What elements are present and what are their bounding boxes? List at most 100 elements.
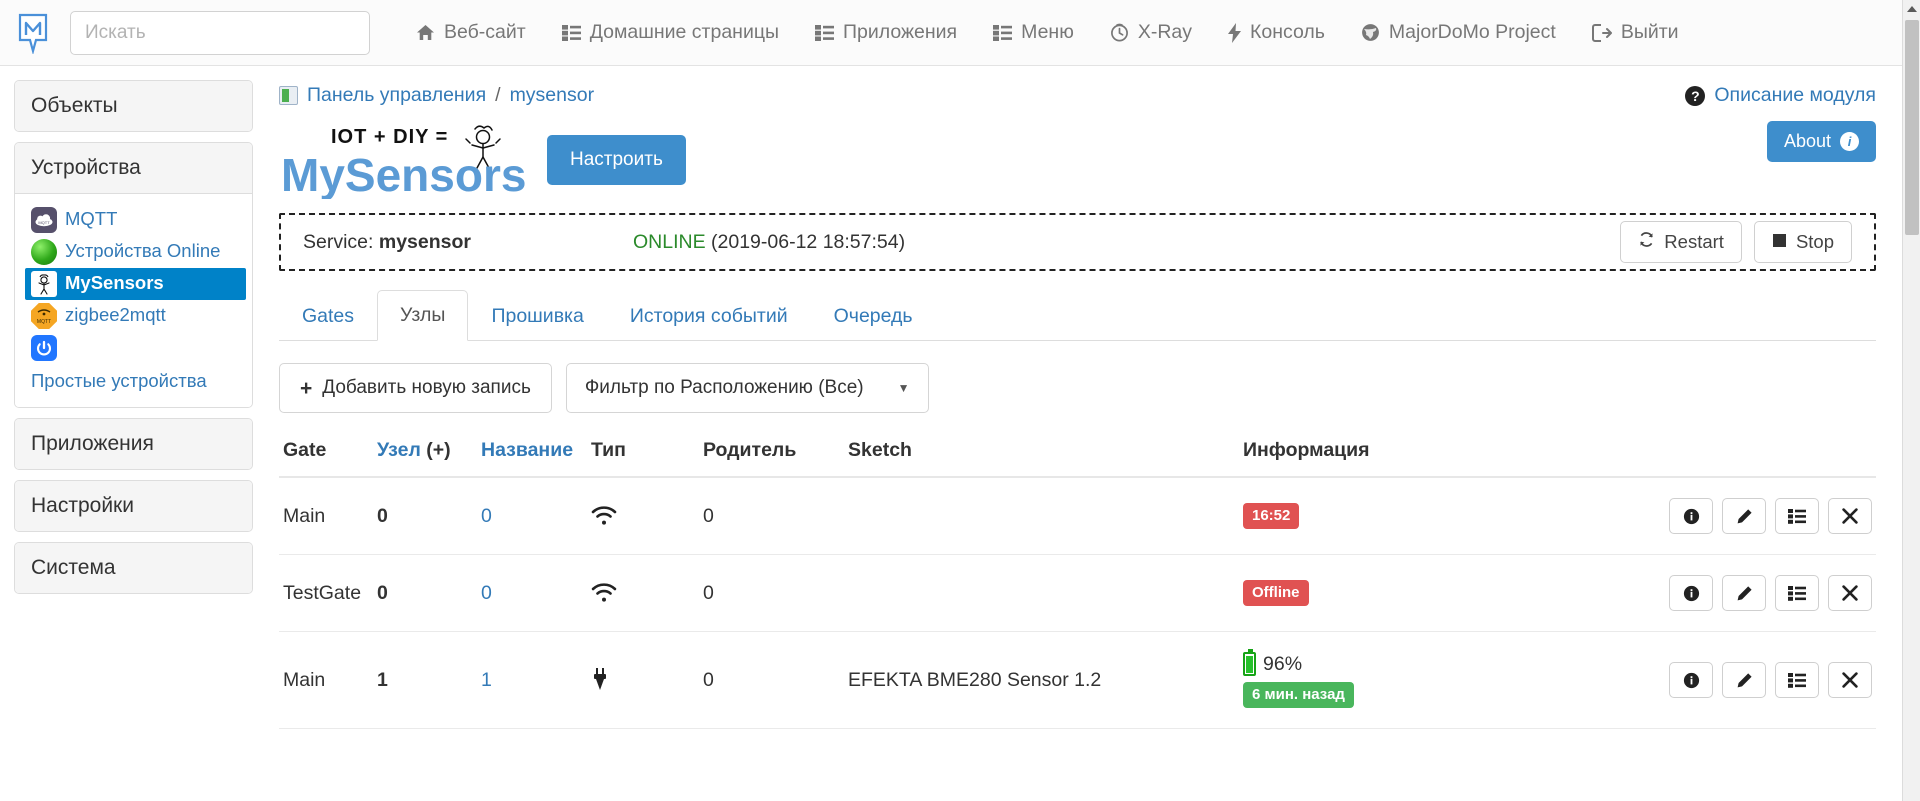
nav-item-home-pages[interactable]: Домашние страницы xyxy=(544,13,797,53)
info-button[interactable] xyxy=(1669,662,1713,698)
sidebar-item-label: Простые устройства xyxy=(31,370,207,391)
info-button[interactable] xyxy=(1669,498,1713,534)
table-row[interactable]: Main 0 0 0 16:52 xyxy=(279,477,1876,555)
edit-button[interactable] xyxy=(1722,662,1766,698)
configure-button[interactable]: Настроить xyxy=(547,135,686,185)
th-type: Тип xyxy=(587,429,699,478)
sidebar-item-simple-devices[interactable]: Простые устройства xyxy=(25,332,246,395)
list-icon xyxy=(561,24,581,41)
node-name-link[interactable]: 0 xyxy=(481,505,492,527)
service-timestamp: (2019-06-12 18:57:54) xyxy=(711,230,906,253)
mqtt-icon: MQTT xyxy=(31,207,57,233)
cell-parent: 0 xyxy=(699,554,844,632)
th-name[interactable]: Название xyxy=(477,429,587,478)
table-row[interactable]: Main 1 1 0 EFEKTA BME280 Sensor 1.2 96% … xyxy=(279,631,1876,729)
delete-button[interactable] xyxy=(1828,662,1872,698)
sidebar-panel-system[interactable]: Система xyxy=(14,542,253,595)
location-filter-select[interactable]: Фильтр по Расположению (Все) ▼ xyxy=(565,363,929,413)
cell-parent: 0 xyxy=(699,631,844,729)
breadcrumb-row: Панель управления / mysensor ? Описание … xyxy=(279,84,1876,107)
row-action-group xyxy=(1543,498,1872,534)
sidebar-device-list: MQTT MQTT Устройства Online MySensors MQ… xyxy=(15,194,252,408)
about-button-label: About xyxy=(1783,131,1831,151)
scrollbar-thumb[interactable] xyxy=(1905,20,1919,235)
question-icon: ? xyxy=(1685,85,1706,106)
tab-queue[interactable]: Очередь xyxy=(811,291,936,341)
delete-button[interactable] xyxy=(1828,498,1872,534)
search-input[interactable] xyxy=(70,10,370,55)
majordomo-logo-icon[interactable] xyxy=(14,11,52,55)
tab-firmware[interactable]: Прошивка xyxy=(468,291,606,341)
cell-info: Offline xyxy=(1239,554,1539,632)
stop-button[interactable]: Stop xyxy=(1753,221,1852,263)
nav-item-console[interactable]: Консоль xyxy=(1210,13,1343,53)
sidebar-panel-title[interactable]: Объекты xyxy=(15,81,252,131)
svg-text:MQTT: MQTT xyxy=(38,220,50,225)
th-sketch: Sketch xyxy=(844,429,1239,478)
cell-name[interactable]: 0 xyxy=(477,554,587,632)
cell-name[interactable]: 0 xyxy=(477,477,587,555)
tab-event-history[interactable]: История событий xyxy=(607,291,811,341)
row-action-group xyxy=(1543,662,1872,698)
info-button[interactable] xyxy=(1669,575,1713,611)
service-state-value: ONLINE xyxy=(633,230,706,253)
list-button[interactable] xyxy=(1775,662,1819,698)
page-scrollbar[interactable] xyxy=(1902,0,1920,801)
sidebar-panel-settings[interactable]: Настройки xyxy=(14,480,253,533)
module-description-link[interactable]: ? Описание модуля xyxy=(1685,84,1876,107)
delete-button[interactable] xyxy=(1828,575,1872,611)
nav-item-website[interactable]: Веб-сайт xyxy=(398,13,544,53)
breadcrumb-root-link[interactable]: Панель управления xyxy=(307,84,486,107)
svg-text:IOT + DIY =: IOT + DIY = xyxy=(331,126,448,148)
add-record-label: Добавить новую запись xyxy=(322,377,531,398)
th-node-link[interactable]: Узел xyxy=(377,439,421,461)
sidebar-panel-objects[interactable]: Объекты xyxy=(14,80,253,132)
add-record-button[interactable]: + Добавить новую запись xyxy=(279,363,552,413)
mysensors-icon xyxy=(31,271,57,297)
sidebar-item-zigbee2mqtt[interactable]: MQTT zigbee2mqtt xyxy=(25,300,246,332)
svg-text:MQTT: MQTT xyxy=(37,319,51,325)
battery-percent: 96% xyxy=(1263,652,1303,675)
cell-type xyxy=(587,554,699,632)
service-status-bar: Service: mysensor ONLINE (2019-06-12 18:… xyxy=(279,213,1876,271)
wifi-icon xyxy=(591,583,695,603)
restart-button[interactable]: Restart xyxy=(1620,221,1742,263)
sidebar-item-mysensors[interactable]: MySensors xyxy=(25,268,246,300)
sidebar-panel-title[interactable]: Система xyxy=(15,543,252,594)
nav-item-logout[interactable]: Выйти xyxy=(1574,13,1697,53)
tab-gates[interactable]: Gates xyxy=(279,291,377,341)
sidebar-item-devices-online[interactable]: Устройства Online xyxy=(25,236,246,268)
scroll-up-arrow-icon[interactable] xyxy=(1903,0,1920,18)
main-content: Панель управления / mysensor ? Описание … xyxy=(263,66,1902,729)
node-name-link[interactable]: 1 xyxy=(481,669,492,691)
sidebar-item-mqtt[interactable]: MQTT MQTT xyxy=(25,204,246,236)
nav-item-menu[interactable]: Меню xyxy=(975,13,1092,53)
edit-button[interactable] xyxy=(1722,575,1766,611)
sidebar-panel-title[interactable]: Настройки xyxy=(15,481,252,532)
nav-item-xray[interactable]: X-Ray xyxy=(1092,13,1210,53)
nav-item-applications[interactable]: Приложения xyxy=(797,13,975,53)
cell-name[interactable]: 1 xyxy=(477,631,587,729)
sidebar-item-label: MySensors xyxy=(65,272,164,293)
breadcrumb-current-link[interactable]: mysensor xyxy=(510,84,595,107)
sidebar-panel-title[interactable]: Приложения xyxy=(15,419,252,470)
sidebar-panel-applications[interactable]: Приложения xyxy=(14,418,253,471)
svg-text:MySensors: MySensors xyxy=(281,149,526,199)
sidebar-panel-title[interactable]: Устройства xyxy=(15,143,252,194)
table-row[interactable]: TestGate 0 0 0 Offline xyxy=(279,554,1876,632)
plus-icon: + xyxy=(300,376,313,400)
edit-button[interactable] xyxy=(1722,498,1766,534)
restart-button-label: Restart xyxy=(1664,231,1724,252)
about-button[interactable]: About i xyxy=(1766,121,1876,162)
list-button[interactable] xyxy=(1775,575,1819,611)
th-name-link[interactable]: Название xyxy=(481,439,573,461)
th-node[interactable]: Узел (+) xyxy=(373,429,477,478)
service-name: Service: mysensor xyxy=(303,231,633,254)
tab-nodes[interactable]: Узлы xyxy=(377,290,469,341)
nav-item-label: Домашние страницы xyxy=(589,21,780,43)
th-node-plus[interactable]: (+) xyxy=(426,439,450,461)
dashboard-icon xyxy=(279,86,298,105)
list-button[interactable] xyxy=(1775,498,1819,534)
nav-item-majordomo-project[interactable]: MajorDoMo Project xyxy=(1343,13,1574,53)
node-name-link[interactable]: 0 xyxy=(481,582,492,604)
